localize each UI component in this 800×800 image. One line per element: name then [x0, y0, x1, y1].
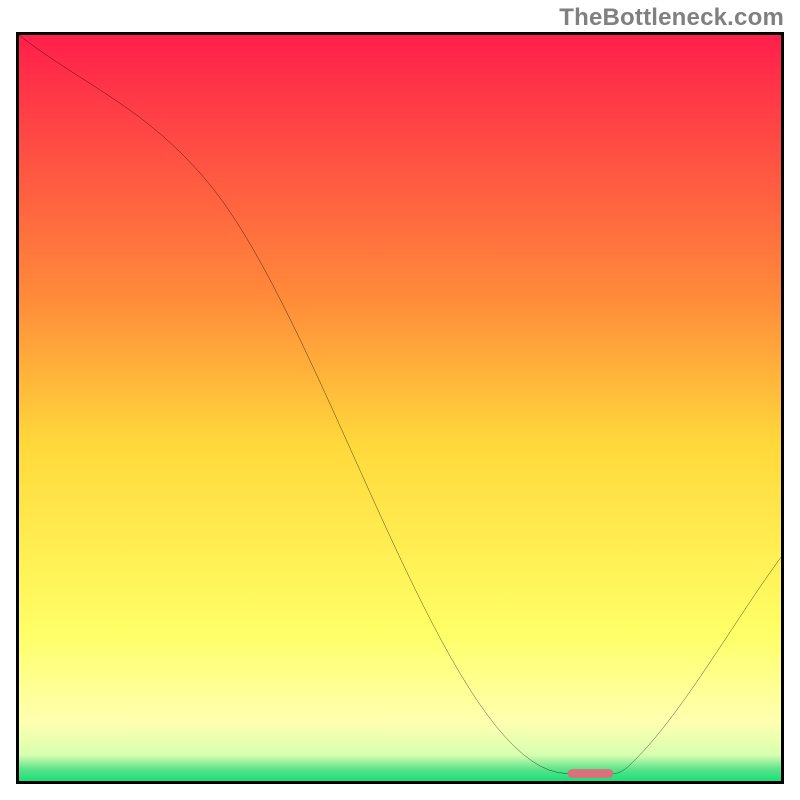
chart-background — [19, 35, 781, 781]
chart-frame — [16, 32, 784, 784]
chart-wrapper: TheBottleneck.com — [0, 0, 800, 800]
optimal-region-marker — [568, 769, 614, 778]
chart-svg — [19, 35, 781, 781]
watermark-text: TheBottleneck.com — [559, 4, 784, 32]
